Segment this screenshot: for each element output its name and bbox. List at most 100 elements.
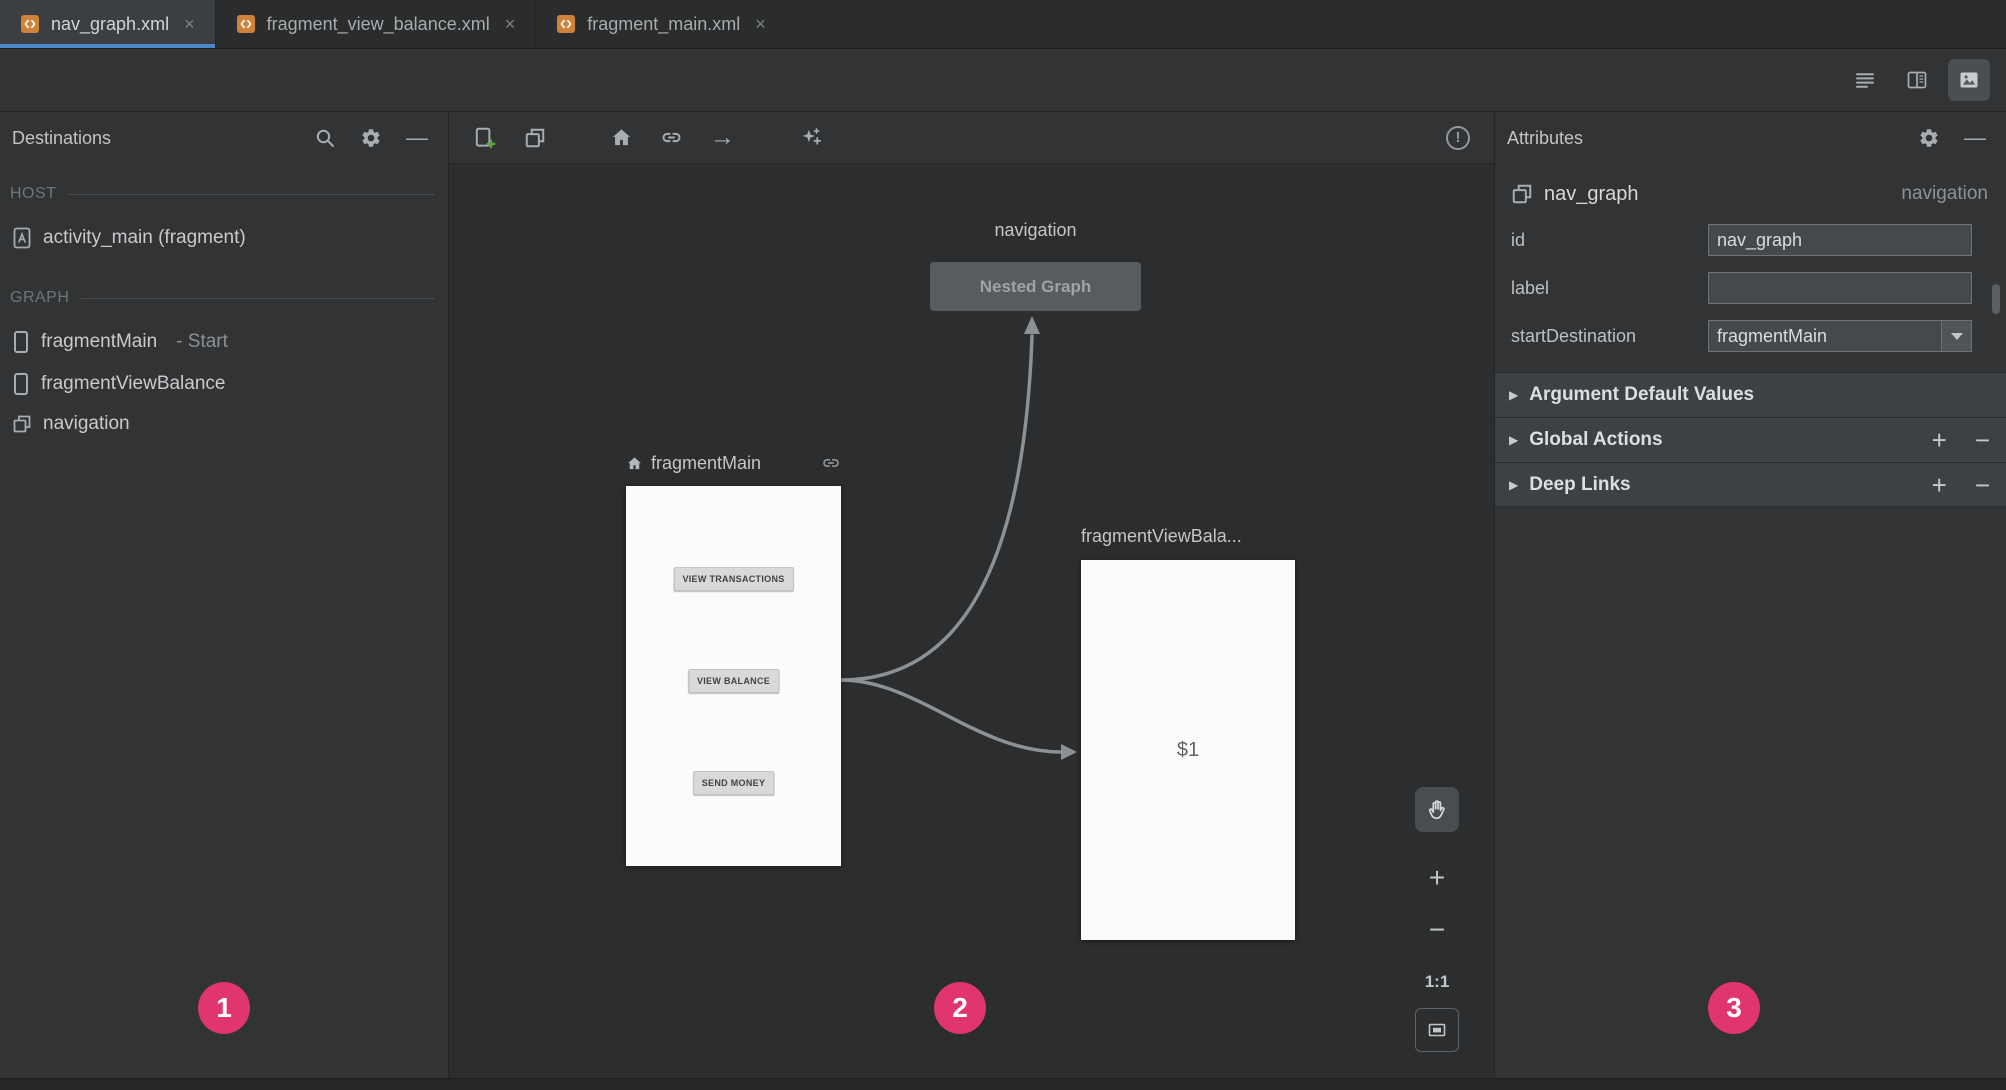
scrollbar-thumb[interactable]	[1992, 284, 2000, 314]
deep-link-icon[interactable]	[660, 126, 683, 149]
component-type: navigation	[1901, 183, 1988, 204]
start-destination-dropdown[interactable]: fragmentMain	[1708, 320, 1972, 352]
section-actions: + −	[1932, 472, 1990, 498]
preview-text: $1	[1176, 738, 1200, 761]
section-label: Deep Links	[1529, 473, 1631, 495]
editor-toolbar	[0, 49, 2006, 112]
destinations-panel: Destinations — HOST activity_main (fragm…	[0, 112, 449, 1078]
fragment-view-balance-title: fragmentViewBala...	[1081, 526, 1242, 546]
hide-panel-icon[interactable]: —	[406, 127, 428, 149]
hide-panel-icon[interactable]: —	[1964, 127, 1986, 149]
action-arrow-icon[interactable]: →	[710, 125, 735, 150]
destination-item-fragment-main[interactable]: fragmentMain - Start	[0, 320, 448, 364]
fragment-icon	[12, 372, 30, 396]
code-view-button[interactable]	[1844, 59, 1886, 101]
bottom-edge	[0, 1078, 2006, 1090]
divider	[81, 297, 434, 299]
annotation-badge-2: 2	[934, 982, 986, 1034]
auto-arrange-sparkle-icon[interactable]	[799, 125, 824, 150]
collapse-arrow-icon: ▶	[1509, 433, 1519, 447]
nested-graph-node[interactable]: Nested Graph	[930, 262, 1141, 311]
id-field[interactable]	[1708, 224, 1972, 256]
view-mode-switcher	[1844, 59, 1990, 101]
search-icon[interactable]	[314, 127, 336, 149]
destinations-list: HOST activity_main (fragment) GRAPH frag…	[0, 164, 448, 444]
close-icon[interactable]: ×	[184, 14, 195, 35]
attribute-label: startDestination	[1511, 325, 1637, 346]
deep-link-badge-icon	[821, 453, 841, 473]
start-destination-suffix: - Start	[176, 331, 228, 352]
attribute-row-id: id	[1495, 216, 2006, 264]
destination-item-fragment-view-balance[interactable]: fragmentViewBalance	[0, 364, 448, 404]
activity-icon	[12, 227, 32, 249]
fragment-view-balance-node[interactable]: $1	[1081, 560, 1295, 940]
divider	[68, 193, 434, 195]
attribute-sections: ▶ Argument Default Values ▶ Global Actio…	[1495, 372, 2006, 507]
nav-graph-editor: → ! navigation Nested Graph fragmentMain…	[449, 112, 1494, 1078]
attribute-row-label: label	[1495, 264, 2006, 312]
section-deep-links[interactable]: ▶ Deep Links + −	[1495, 462, 2006, 507]
fragment-main-node[interactable]: VIEW TRANSACTIONS VIEW BALANCE SEND MONE…	[626, 486, 841, 866]
chevron-down-icon	[1950, 332, 1963, 340]
tab-nav-graph[interactable]: nav_graph.xml ×	[0, 0, 216, 48]
zoom-in-button[interactable]: +	[1415, 856, 1459, 900]
section-global-actions[interactable]: ▶ Global Actions + −	[1495, 417, 2006, 462]
new-destination-icon[interactable]	[473, 126, 497, 150]
nav-graph-canvas[interactable]: navigation Nested Graph fragmentMain VIE…	[449, 164, 1494, 1078]
attribute-label: id	[1511, 229, 1526, 250]
destinations-title: Destinations	[12, 127, 112, 148]
section-label: Global Actions	[1529, 429, 1663, 450]
preview-button: VIEW BALANCE	[687, 669, 780, 693]
tab-fragment-main[interactable]: fragment_main.xml ×	[536, 0, 787, 48]
xml-file-icon	[236, 14, 256, 34]
dropdown-value: fragmentMain	[1717, 325, 1828, 346]
host-section-header: HOST	[0, 172, 448, 216]
new-nested-graph-icon[interactable]	[524, 127, 546, 149]
zoom-actual-size-button[interactable]: 1:1	[1415, 960, 1459, 1004]
pan-tool-button[interactable]	[1415, 787, 1459, 832]
zoom-out-button[interactable]: −	[1415, 908, 1459, 952]
home-icon[interactable]	[610, 126, 633, 149]
attributes-title: Attributes	[1507, 127, 1584, 148]
canvas-toolbar: → !	[449, 112, 1494, 164]
gear-icon[interactable]	[360, 127, 382, 149]
attributes-panel: Attributes — nav_graph navigation id lab…	[1494, 112, 2006, 1078]
destination-label: navigation	[43, 413, 130, 434]
destination-label: fragmentViewBalance	[41, 373, 226, 394]
destination-label: fragmentMain	[41, 331, 158, 352]
selected-component-row: nav_graph navigation	[1495, 172, 2006, 216]
gear-icon[interactable]	[1918, 127, 1940, 149]
fragment-main-title: fragmentMain	[651, 452, 762, 473]
collapse-arrow-icon: ▶	[1509, 388, 1519, 402]
annotation-badge-1: 1	[198, 982, 250, 1034]
attribute-label: label	[1511, 277, 1550, 298]
fragment-main-title-row: fragmentMain	[626, 450, 841, 476]
editor-tab-bar: nav_graph.xml × fragment_view_balance.xm…	[0, 0, 2006, 49]
section-argument-default-values[interactable]: ▶ Argument Default Values	[1495, 372, 2006, 417]
destination-label: activity_main (fragment)	[43, 227, 246, 248]
remove-icon[interactable]: −	[1975, 472, 1990, 498]
split-view-button[interactable]	[1896, 59, 1938, 101]
attributes-header: Attributes —	[1495, 112, 2006, 164]
xml-file-icon	[556, 14, 576, 34]
warning-icon[interactable]: !	[1446, 125, 1470, 150]
section-actions: + −	[1932, 427, 1990, 453]
design-view-button[interactable]	[1948, 59, 1990, 101]
close-icon[interactable]: ×	[755, 14, 766, 35]
destination-item-navigation[interactable]: navigation	[0, 404, 448, 444]
preview-button: VIEW TRANSACTIONS	[673, 567, 794, 591]
component-name: nav_graph	[1544, 182, 1639, 205]
label-field[interactable]	[1708, 272, 1972, 304]
tab-fragment-view-balance[interactable]: fragment_view_balance.xml ×	[216, 0, 537, 48]
dropdown-button[interactable]	[1941, 321, 1971, 351]
zoom-to-fit-button[interactable]	[1415, 1008, 1459, 1052]
remove-icon[interactable]: −	[1975, 427, 1990, 453]
add-icon[interactable]: +	[1932, 427, 1947, 453]
fragment-icon	[12, 330, 30, 354]
add-icon[interactable]: +	[1932, 472, 1947, 498]
close-icon[interactable]: ×	[505, 14, 516, 35]
tab-label: nav_graph.xml	[51, 13, 170, 34]
nested-graph-title: navigation	[994, 220, 1077, 240]
destination-item-activity-main[interactable]: activity_main (fragment)	[0, 216, 448, 260]
tab-label: fragment_main.xml	[587, 13, 741, 34]
